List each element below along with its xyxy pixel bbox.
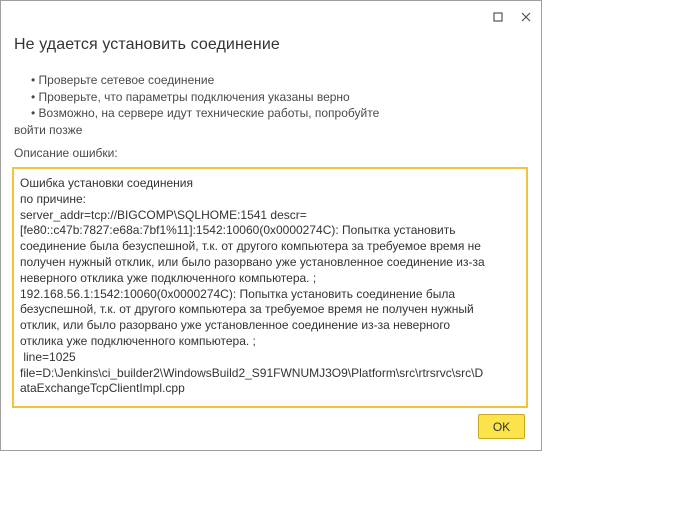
hint-continuation: войти позже bbox=[14, 122, 83, 137]
window-controls bbox=[491, 10, 533, 24]
hint-item: • Проверьте, что параметры подключения у… bbox=[31, 89, 350, 104]
maximize-button[interactable] bbox=[491, 10, 505, 24]
close-icon bbox=[521, 12, 531, 22]
ok-button[interactable]: OK bbox=[478, 414, 525, 439]
error-dialog: Не удается установить соединение • Прове… bbox=[0, 0, 542, 451]
hint-list: • Проверьте сетевое соединение • Проверь… bbox=[14, 72, 434, 138]
close-button[interactable] bbox=[519, 10, 533, 24]
hint-item: • Проверьте сетевое соединение bbox=[31, 73, 215, 87]
dialog-title: Не удается установить соединение bbox=[14, 36, 280, 53]
maximize-icon bbox=[493, 12, 503, 22]
hint-item: • Возможно, на сервере идут технические … bbox=[31, 106, 380, 120]
error-description-text[interactable]: Ошибка установки соединения по причине: … bbox=[12, 167, 528, 408]
error-description-label: Описание ошибки: bbox=[14, 146, 118, 160]
